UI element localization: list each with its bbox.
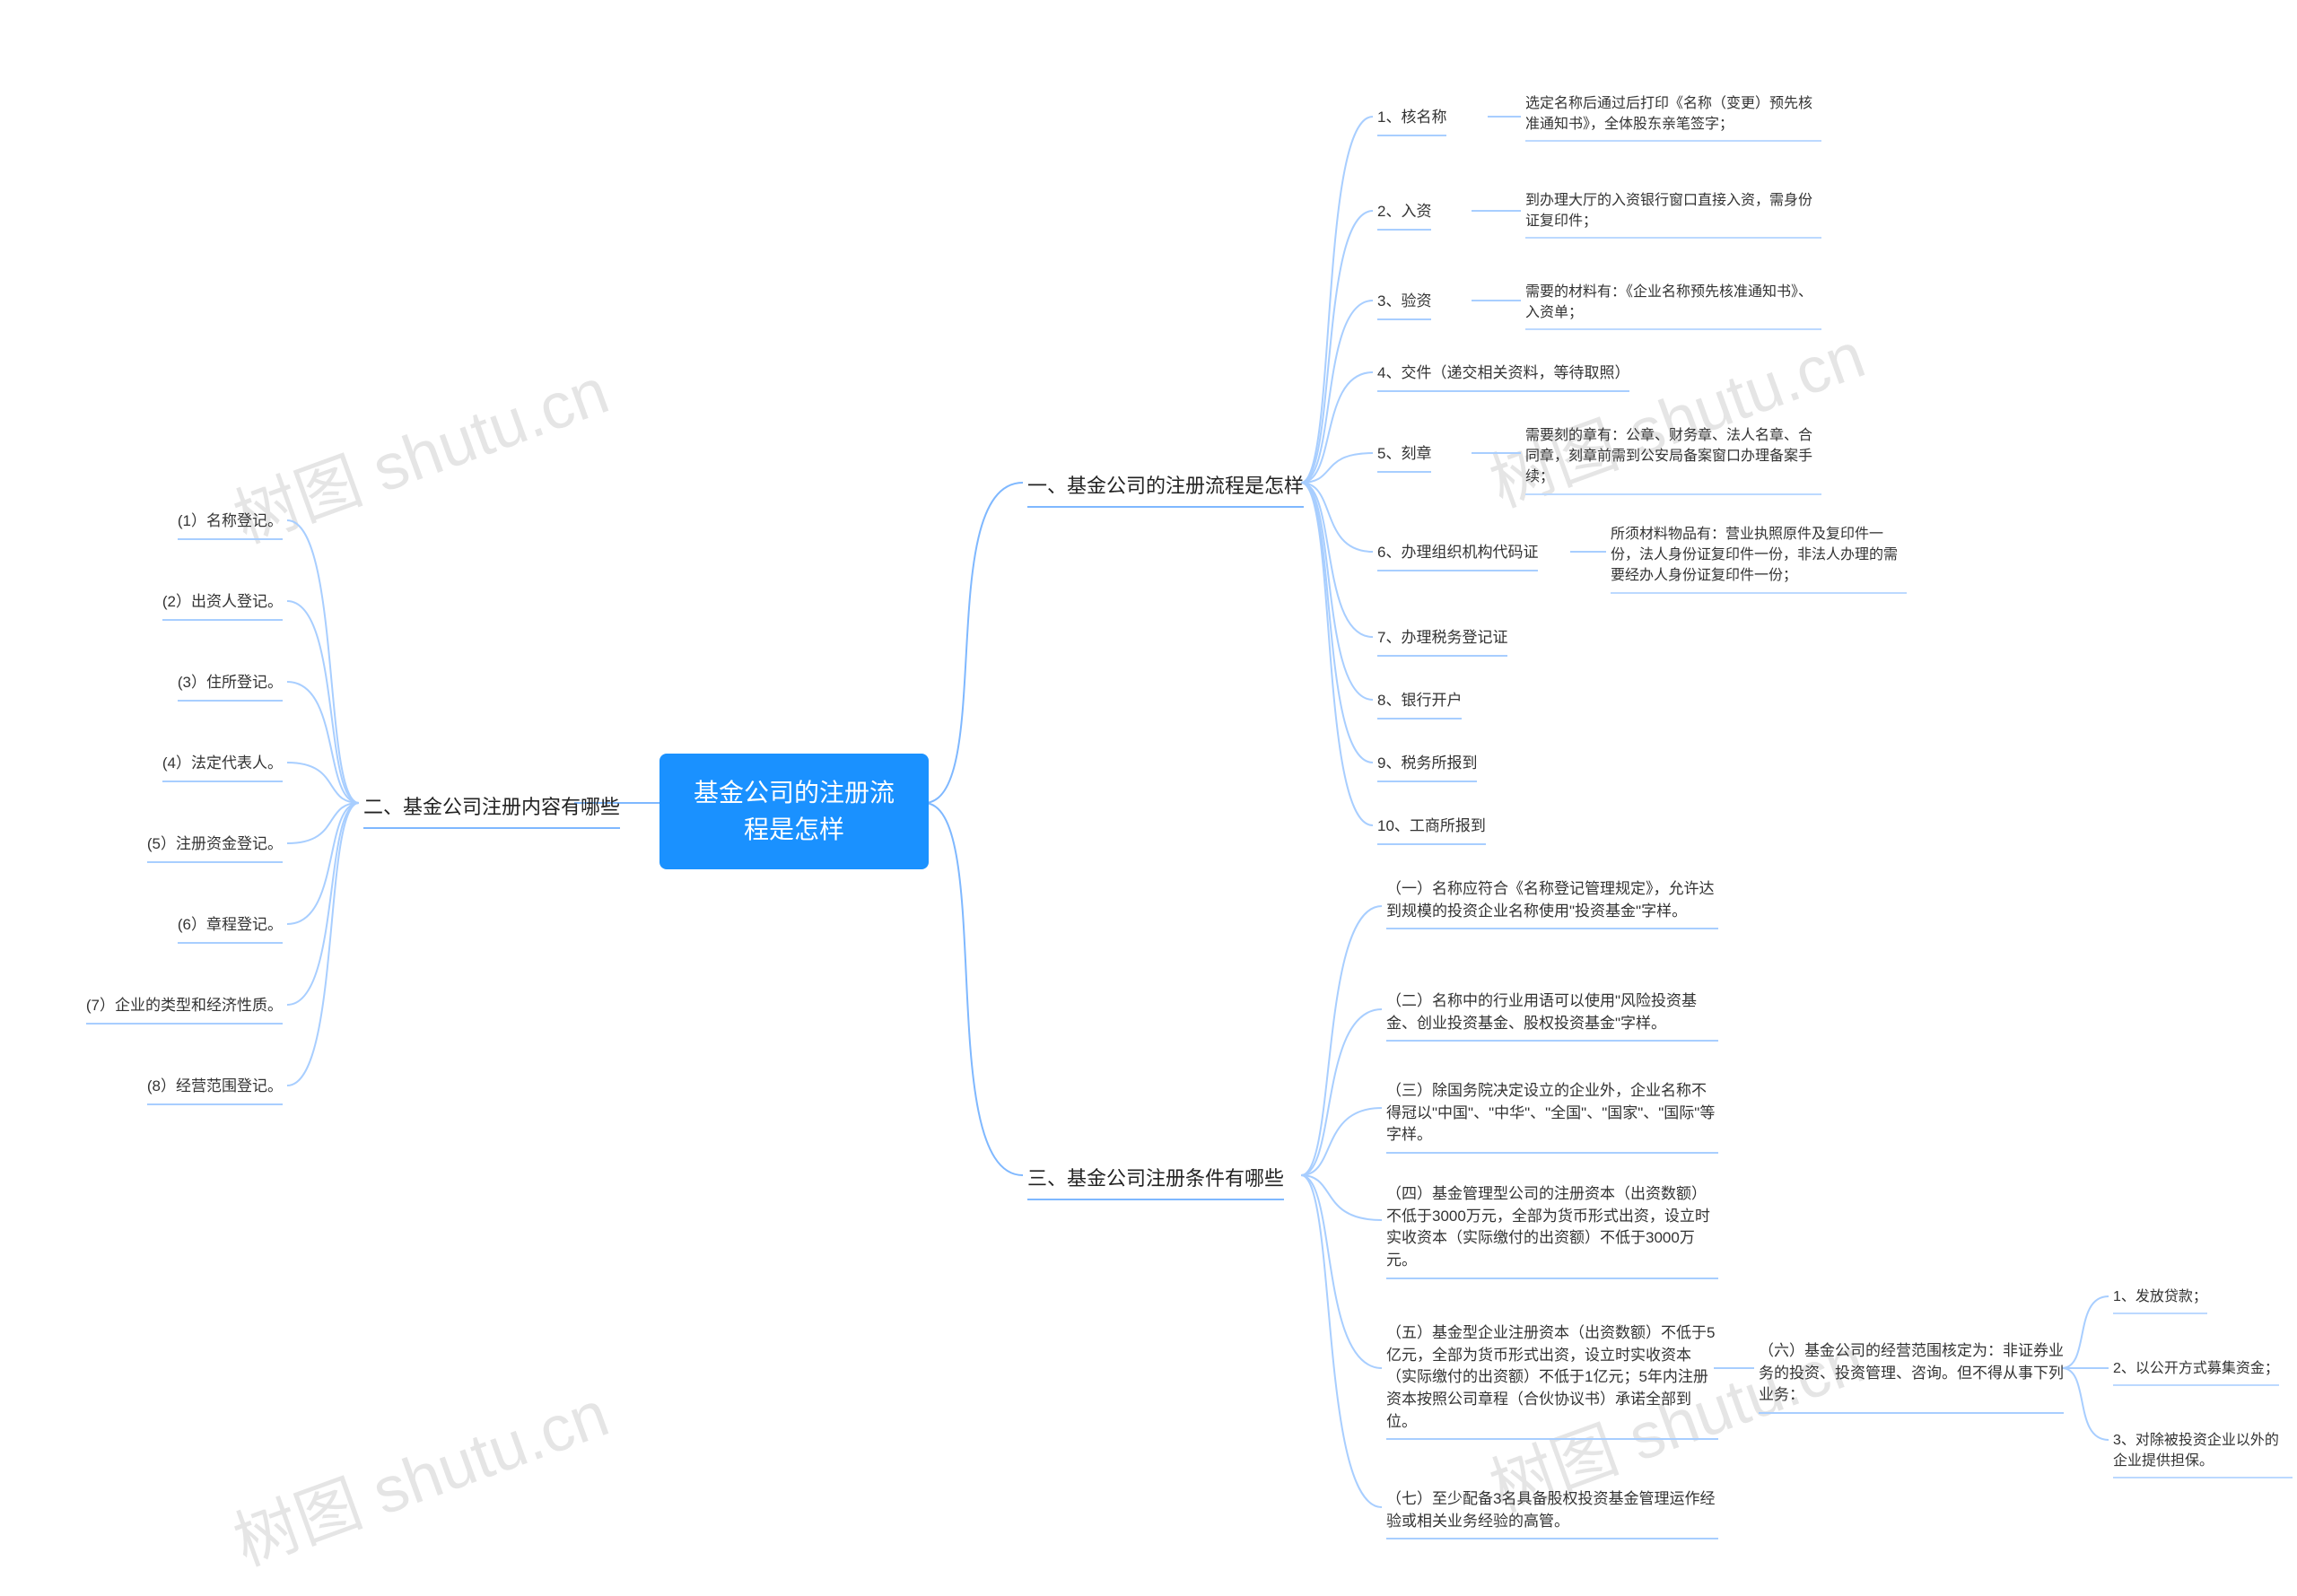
b3-6-sub-3[interactable]: 3、对除被投资企业以外的企业提供担保。 [2113,1426,2293,1478]
b2-item-1[interactable]: (1）名称登记。 [178,507,283,540]
branch-3[interactable]: 三、基金公司注册条件有哪些 [1027,1159,1284,1200]
b1-item-5-desc: 需要刻的章有：公章、财务章、法人名章、合同章，刻章前需到公安局备案窗口办理备案手… [1525,422,1821,495]
b1-item-5-label[interactable]: 5、刻章 [1377,440,1431,473]
b2-item-5[interactable]: (5）注册资金登记。 [147,830,283,863]
b3-6-sub-1[interactable]: 1、发放贷款； [2113,1283,2207,1314]
branch-2[interactable]: 二、基金公司注册内容有哪些 [363,788,620,829]
b1-item-1-label[interactable]: 1、核名称 [1377,103,1446,136]
b2-item-3[interactable]: (3）住所登记。 [178,668,283,702]
b3-item-7[interactable]: （七）至少配备3名具备股权投资基金管理运作经验或相关业务经验的高管。 [1386,1485,1718,1539]
b1-item-2-desc: 到办理大厅的入资银行窗口直接入资，需身份证复印件； [1525,187,1821,239]
b3-item-6[interactable]: （六）基金公司的经营范围核定为：非证券业务的投资、投资管理、咨询。但不得从事下列… [1759,1337,2064,1414]
b1-item-4[interactable]: 4、交件（递交相关资料，等待取照） [1377,359,1629,392]
b3-6-sub-2[interactable]: 2、以公开方式募集资金； [2113,1355,2279,1386]
b1-item-10[interactable]: 10、工商所报到 [1377,812,1486,845]
b2-item-7[interactable]: (7）企业的类型和经济性质。 [86,991,283,1025]
b3-item-4[interactable]: （四）基金管理型公司的注册资本（出资数额）不低于3000万元，全部为货币形式出资… [1386,1180,1718,1279]
b3-item-5[interactable]: （五）基金型企业注册资本（出资数额）不低于5亿元，全部为货币形式出资，设立时实收… [1386,1319,1718,1440]
b1-item-1-desc: 选定名称后通过后打印《名称（变更）预先核准通知书》，全体股东亲笔签字； [1525,90,1821,142]
b1-item-6-desc: 所须材料物品有：营业执照原件及复印件一份，法人身份证复印件一份，非法人办理的需要… [1611,520,1907,594]
b1-item-7[interactable]: 7、办理税务登记证 [1377,624,1507,657]
b1-item-9[interactable]: 9、税务所报到 [1377,749,1477,782]
b1-item-6-label[interactable]: 6、办理组织机构代码证 [1377,538,1538,571]
branch-1[interactable]: 一、基金公司的注册流程是怎样 [1027,467,1304,508]
mindmap-canvas: 树图 shutu.cn 树图 shutu.cn 树图 shutu.cn 树图 s… [0,0,2297,1596]
root-title: 基金公司的注册流程是怎样 [694,779,895,843]
watermark: 树图 shutu.cn [219,1361,619,1583]
b2-item-6[interactable]: (6）章程登记。 [178,911,283,944]
b1-item-3-label[interactable]: 3、验资 [1377,287,1431,320]
b2-item-4[interactable]: (4）法定代表人。 [162,749,283,782]
b2-item-8[interactable]: (8）经营范围登记。 [147,1072,283,1105]
b1-item-8[interactable]: 8、银行开户 [1377,686,1462,720]
b2-item-2[interactable]: (2）出资人登记。 [162,588,283,621]
b3-item-2[interactable]: （二）名称中的行业用语可以使用"风险投资基金、创业投资基金、股权投资基金"字样。 [1386,987,1718,1042]
b3-item-3[interactable]: （三）除国务院决定设立的企业外，企业名称不得冠以"中国"、"中华"、"全国"、"… [1386,1077,1718,1154]
b3-item-1[interactable]: （一）名称应符合《名称登记管理规定》，允许达到规模的投资企业名称使用"投资基金"… [1386,875,1718,929]
b1-item-2-label[interactable]: 2、入资 [1377,197,1431,231]
root-node[interactable]: 基金公司的注册流程是怎样 [659,754,929,869]
b1-item-3-desc: 需要的材料有：《企业名称预先核准通知书》、入资单； [1525,278,1821,330]
